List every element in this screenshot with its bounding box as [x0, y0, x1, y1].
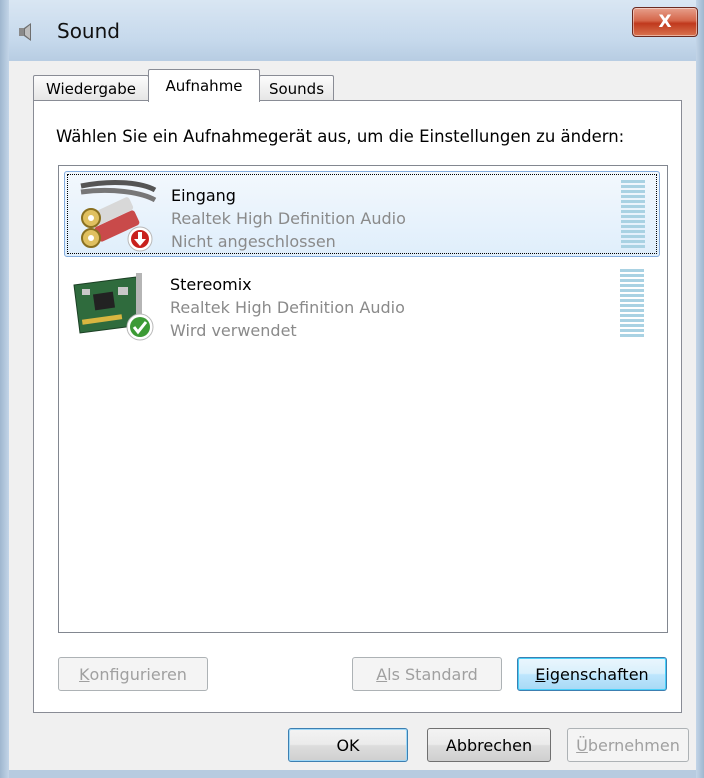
tab-label: Wiedergabe: [45, 79, 136, 98]
default-device-check-icon: [126, 313, 154, 341]
configure-button[interactable]: Konfigurieren: [58, 657, 208, 691]
device-description: Realtek High Definition Audio: [171, 209, 406, 228]
instruction-text: Wählen Sie ein Aufnahmegerät aus, um die…: [56, 127, 625, 146]
device-item-eingang[interactable]: Eingang Realtek High Definition Audio Ni…: [64, 171, 660, 257]
button-label: Abbrechen: [445, 735, 533, 755]
properties-button[interactable]: Eigenschaften: [517, 657, 667, 691]
device-name: Stereomix: [170, 275, 252, 294]
disconnected-badge-icon: [127, 226, 153, 252]
title-bar[interactable]: Sound X: [0, 0, 704, 60]
mnemonic: E: [535, 664, 546, 684]
tab-label: Sounds: [268, 79, 325, 98]
ok-button[interactable]: OK: [288, 728, 408, 762]
tab-aufnahme[interactable]: Aufnahme: [148, 69, 260, 102]
button-label: ls Standard: [387, 664, 478, 684]
button-label: igenschaften: [545, 664, 649, 684]
tab-sounds[interactable]: Sounds: [259, 75, 334, 101]
device-description: Realtek High Definition Audio: [170, 298, 405, 317]
client-area: Wiedergabe Aufnahme Sounds Wählen Sie ei…: [9, 61, 696, 770]
tab-wiedergabe[interactable]: Wiedergabe: [33, 75, 149, 101]
close-icon: X: [658, 12, 672, 32]
level-meter: [621, 180, 645, 248]
recording-panel: Wählen Sie ein Aufnahmegerät aus, um die…: [33, 100, 682, 713]
cancel-button[interactable]: Abbrechen: [427, 728, 551, 762]
apply-button[interactable]: Übernehmen: [567, 728, 689, 762]
speaker-icon: [19, 23, 31, 41]
button-label: bernehmen: [587, 735, 680, 755]
level-meter: [620, 269, 644, 337]
mnemonic: K: [79, 664, 90, 684]
button-label: onfigurieren: [89, 664, 187, 684]
mnemonic: A: [376, 664, 388, 684]
close-button[interactable]: X: [632, 7, 698, 37]
device-status: Wird verwendet: [170, 321, 297, 340]
window-border-right: [696, 0, 704, 778]
tab-label: Aufnahme: [165, 77, 243, 95]
window-border-left: [0, 0, 9, 778]
button-label: OK: [336, 735, 360, 755]
set-default-button[interactable]: Als Standard: [352, 657, 502, 691]
device-name: Eingang: [171, 186, 236, 205]
dialog-window: Sound X Wiedergabe Aufnahme Sounds Wähle…: [0, 0, 704, 778]
device-status: Nicht angeschlossen: [171, 232, 336, 251]
window-title: Sound: [57, 19, 120, 43]
mnemonic: Ü: [576, 735, 588, 755]
device-list[interactable]: Eingang Realtek High Definition Audio Ni…: [58, 165, 668, 633]
device-item-stereomix[interactable]: Stereomix Realtek High Definition Audio …: [64, 261, 660, 347]
